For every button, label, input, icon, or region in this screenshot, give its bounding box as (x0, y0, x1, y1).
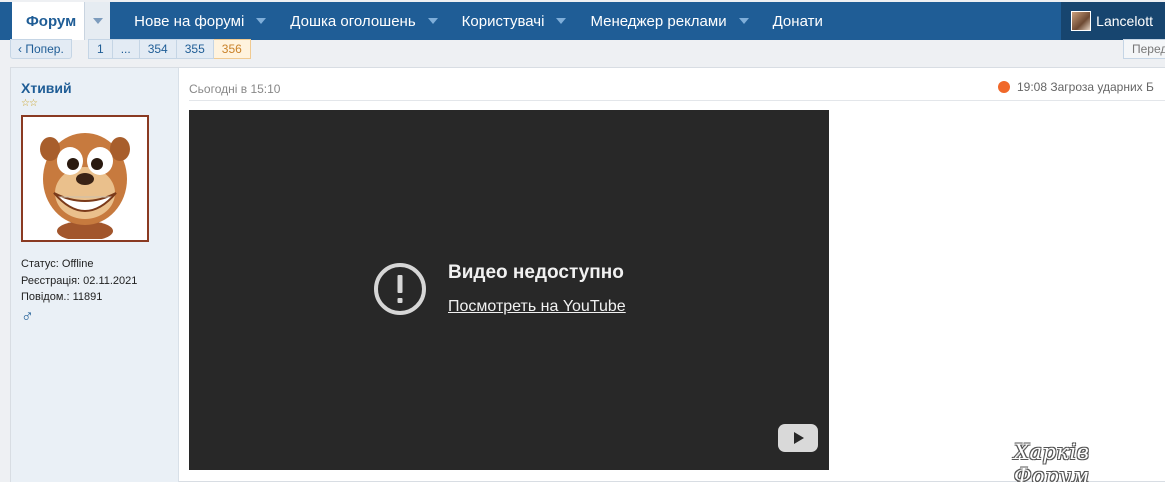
post-author-sidebar: Хтивий ☆☆ Статус: Offline Реєстрація: 02… (11, 68, 179, 482)
divider (189, 100, 1165, 101)
chevron-down-icon (92, 18, 103, 24)
nav-home: Форум (12, 2, 111, 40)
nav-home-link[interactable]: Форум (12, 2, 85, 40)
author-registration: Реєстрація: 02.11.2021 (21, 274, 138, 287)
page-link[interactable]: 355 (176, 39, 214, 59)
youtube-logo-icon[interactable] (778, 424, 818, 452)
nav-item-label: Користувачі (461, 12, 545, 30)
nav-item-donate[interactable]: Донати (773, 2, 823, 40)
nav-item-new-on-forum[interactable]: Нове на форумі (134, 2, 267, 40)
chevron-down-icon (427, 18, 438, 24)
nav-item-label: Дошка оголошень (290, 12, 416, 30)
author-name[interactable]: Хтивий (21, 80, 168, 96)
male-gender-icon: ♂ (21, 306, 34, 326)
page-list: 1 ... 354 355 356 (88, 39, 251, 59)
watch-on-youtube-link[interactable]: Посмотреть на YouTube (448, 298, 626, 316)
meerkat-avatar-image (40, 132, 130, 239)
nav-item-ad-manager[interactable]: Менеджер реклами (590, 2, 749, 40)
nav-item-board[interactable]: Дошка оголошень (290, 2, 438, 40)
chevron-down-icon (556, 18, 567, 24)
nav-item-label: Нове на форумі (134, 12, 245, 30)
prev-page-button[interactable]: ‹ Попер. (10, 39, 72, 59)
site-watermark: Харків Форум (1014, 440, 1090, 482)
user-name: Lancelott (1096, 13, 1153, 29)
nav-item-users[interactable]: Користувачі (462, 2, 567, 40)
video-text: Видео недоступно Посмотреть на YouTube (448, 262, 626, 316)
nav-user-menu[interactable]: Lancelott (1061, 2, 1165, 40)
post-content: Сьогодні в 15:10 19:08 Загроза ударних Б… (189, 68, 1165, 482)
youtube-embed[interactable]: Видео недоступно Посмотреть на YouTube (189, 110, 829, 470)
current-page: 356 (213, 39, 251, 59)
status-dot-icon (998, 81, 1010, 93)
nav-home-dropdown-button[interactable] (84, 2, 111, 40)
pagination: ‹ Попер. 1 ... 354 355 356 Перед (0, 39, 1165, 62)
star-rank-icon: ☆☆ (21, 98, 38, 109)
page-link[interactable]: 1 (88, 39, 113, 59)
recent-topic-ticker[interactable]: 19:08 Загроза ударних Б (998, 80, 1165, 94)
nav-item-label: Менеджер реклами (590, 12, 727, 30)
chevron-down-icon (738, 18, 749, 24)
author-meta: Статус: Offline Реєстрація: 02.11.2021 П… (21, 256, 168, 306)
nav-item-label: Донати (772, 12, 823, 30)
page-link[interactable]: 354 (139, 39, 177, 59)
alert-circle-icon (374, 263, 426, 315)
video-title: Видео недоступно (448, 262, 624, 283)
user-avatar (1071, 11, 1092, 31)
video-unavailable-message: Видео недоступно Посмотреть на YouTube (373, 262, 626, 316)
recent-topic-text: 19:08 Загроза ударних Б (1017, 80, 1154, 94)
author-avatar[interactable] (21, 115, 149, 242)
chevron-down-icon (256, 18, 267, 24)
next-page-button[interactable]: Перед (1123, 39, 1165, 59)
author-post-count: Повідом.: 11891 (21, 291, 103, 303)
author-status: Статус: Offline (21, 258, 94, 270)
page-ellipsis[interactable]: ... (112, 39, 140, 59)
main-navbar: Форум Нове на форумі Дошка оголошень Кор… (0, 2, 1165, 40)
forum-post: Хтивий ☆☆ Статус: Offline Реєстрація: 02… (10, 67, 1165, 482)
post-date[interactable]: Сьогодні в 15:10 (189, 82, 280, 96)
